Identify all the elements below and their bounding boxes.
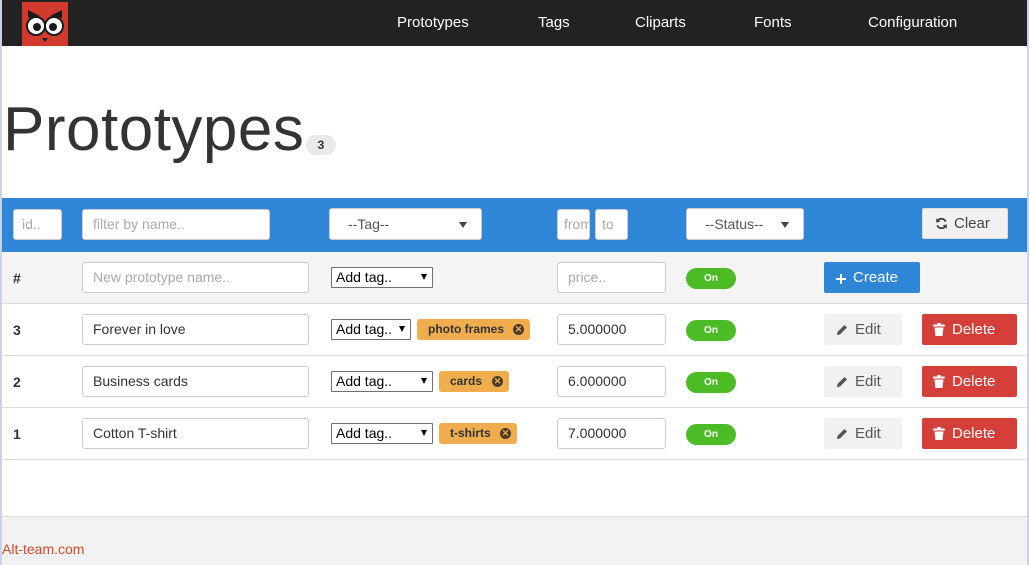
- new-prototype-name-input[interactable]: New prototype name..: [82, 262, 309, 293]
- delete-label: Delete: [952, 321, 996, 338]
- edit-button[interactable]: Edit: [824, 418, 902, 449]
- page-title: Prototypes: [3, 95, 305, 164]
- table-row: 2 Business cards Add tag.. cards ✕ 6.000…: [2, 356, 1027, 408]
- add-tag-select[interactable]: Add tag..: [331, 423, 433, 444]
- delete-button[interactable]: Delete: [922, 314, 1017, 345]
- create-label: Create: [853, 269, 899, 286]
- tag-select-label: Add tag..: [336, 269, 393, 285]
- delete-label: Delete: [952, 373, 996, 390]
- edit-label: Edit: [855, 321, 881, 338]
- edit-button[interactable]: Edit: [824, 366, 902, 397]
- caret-down-icon: [421, 274, 427, 280]
- close-circle-icon[interactable]: ✕: [492, 376, 503, 387]
- filter-tag-select[interactable]: --Tag--: [329, 208, 482, 240]
- tag-select-label: Add tag..: [336, 425, 393, 441]
- close-circle-icon[interactable]: ✕: [500, 428, 511, 439]
- create-button[interactable]: Create: [824, 262, 920, 293]
- caret-down-icon: [399, 326, 405, 332]
- add-tag-select[interactable]: Add tag..: [331, 371, 433, 392]
- pencil-icon: [837, 325, 847, 335]
- row-id: 1: [13, 426, 21, 442]
- plus-icon: [836, 274, 846, 284]
- trash-icon: [933, 323, 945, 336]
- edit-button[interactable]: Edit: [824, 314, 902, 345]
- nav-configuration[interactable]: Configuration: [868, 0, 957, 46]
- clear-filters-button[interactable]: Clear: [922, 208, 1008, 239]
- prototype-name-input[interactable]: Cotton T-shirt: [82, 418, 309, 449]
- nav-fonts[interactable]: Fonts: [754, 0, 792, 46]
- footer: Alt-team.com: [2, 516, 1027, 565]
- nav-cliparts[interactable]: Cliparts: [635, 0, 686, 46]
- row-id: 3: [13, 322, 21, 338]
- trash-icon: [933, 375, 945, 388]
- id-column-header: #: [13, 270, 21, 286]
- count-badge: 3: [306, 135, 336, 155]
- tag-badge: cards ✕: [439, 371, 509, 392]
- new-prototype-row: # New prototype name.. Add tag.. price..…: [2, 252, 1027, 304]
- top-navbar: Prototypes Tags Cliparts Fonts Configura…: [2, 0, 1027, 46]
- prototype-name-input[interactable]: Forever in love: [82, 314, 309, 345]
- clear-label: Clear: [954, 215, 990, 232]
- caret-down-icon: [421, 430, 427, 436]
- close-circle-icon[interactable]: ✕: [513, 324, 524, 335]
- new-prototype-status-toggle[interactable]: On: [686, 268, 736, 289]
- filter-tag-select-label: --Tag--: [348, 216, 390, 232]
- filter-name-input[interactable]: filter by name..: [82, 209, 270, 240]
- caret-down-icon: [421, 378, 427, 384]
- tag-select-label: Add tag..: [336, 373, 393, 389]
- status-toggle[interactable]: On: [686, 424, 736, 445]
- filter-price-from-input[interactable]: from: [557, 209, 590, 240]
- caret-down-icon: [459, 222, 467, 228]
- add-tag-select[interactable]: Add tag..: [331, 319, 411, 340]
- price-input[interactable]: 6.000000: [557, 366, 666, 397]
- delete-button[interactable]: Delete: [922, 418, 1017, 449]
- tag-select-label: Add tag..: [336, 321, 393, 337]
- price-input[interactable]: 5.000000: [557, 314, 666, 345]
- footer-link[interactable]: Alt-team.com: [2, 541, 84, 557]
- filter-status-select-label: --Status--: [705, 216, 764, 232]
- filter-id-input[interactable]: id..: [13, 209, 62, 240]
- filter-bar: id.. filter by name.. --Tag-- from to --…: [2, 198, 1027, 252]
- table-row: 3 Forever in love Add tag.. photo frames…: [2, 304, 1027, 356]
- price-input[interactable]: 7.000000: [557, 418, 666, 449]
- pencil-icon: [837, 377, 847, 387]
- trash-icon: [933, 427, 945, 440]
- nav-tags[interactable]: Tags: [538, 0, 570, 46]
- pencil-icon: [837, 429, 847, 439]
- table-row: 1 Cotton T-shirt Add tag.. t-shirts ✕ 7.…: [2, 408, 1027, 460]
- caret-down-icon: [781, 222, 789, 228]
- tag-badge: photo frames ✕: [417, 319, 530, 340]
- owl-logo-icon[interactable]: [22, 2, 68, 46]
- tag-label: photo frames: [428, 322, 505, 336]
- filter-price-to-input[interactable]: to: [595, 209, 628, 240]
- nav-prototypes[interactable]: Prototypes: [397, 0, 469, 46]
- new-prototype-price-input[interactable]: price..: [557, 262, 666, 293]
- tag-label: cards: [450, 374, 483, 388]
- row-id: 2: [13, 374, 21, 390]
- tag-badge: t-shirts ✕: [439, 423, 517, 444]
- tag-label: t-shirts: [450, 426, 491, 440]
- new-prototype-tag-select[interactable]: Add tag..: [331, 267, 433, 288]
- filter-status-select[interactable]: --Status--: [686, 208, 804, 240]
- prototype-name-input[interactable]: Business cards: [82, 366, 309, 397]
- refresh-icon: [935, 217, 948, 230]
- edit-label: Edit: [855, 425, 881, 442]
- delete-label: Delete: [952, 425, 996, 442]
- delete-button[interactable]: Delete: [922, 366, 1017, 397]
- edit-label: Edit: [855, 373, 881, 390]
- status-toggle[interactable]: On: [686, 320, 736, 341]
- status-toggle[interactable]: On: [686, 372, 736, 393]
